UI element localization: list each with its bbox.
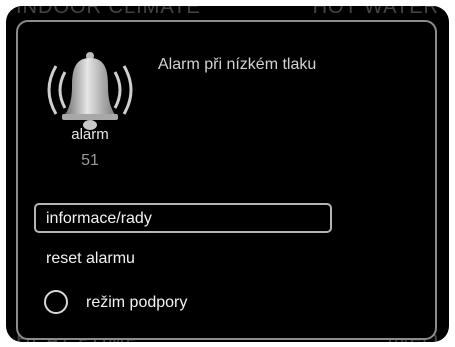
background-label-indoor-climate: INDOOR CLIMATE bbox=[16, 6, 201, 18]
alarm-title: Alarm při nízkém tlaku bbox=[158, 56, 317, 73]
menu-item-label-informace-rady[interactable]: informace/rady bbox=[46, 210, 152, 228]
alarm-dialog: Alarm při nízkém tlaku alarm 51 informac… bbox=[16, 20, 437, 340]
alarm-label: alarm bbox=[71, 126, 109, 143]
alarm-code: 51 bbox=[81, 152, 99, 169]
bell-icon bbox=[34, 42, 146, 138]
menu-item-rezim-podpory[interactable]: režim podpory bbox=[86, 294, 187, 312]
menu-item-reset-alarmu[interactable]: reset alarmu bbox=[46, 250, 135, 268]
support-mode-radio[interactable] bbox=[44, 290, 68, 314]
display-screen: INDOOR CLIMATE HOT WATER HEAT PUMP INFO bbox=[6, 6, 449, 342]
background-label-hot-water: HOT WATER bbox=[312, 6, 439, 18]
